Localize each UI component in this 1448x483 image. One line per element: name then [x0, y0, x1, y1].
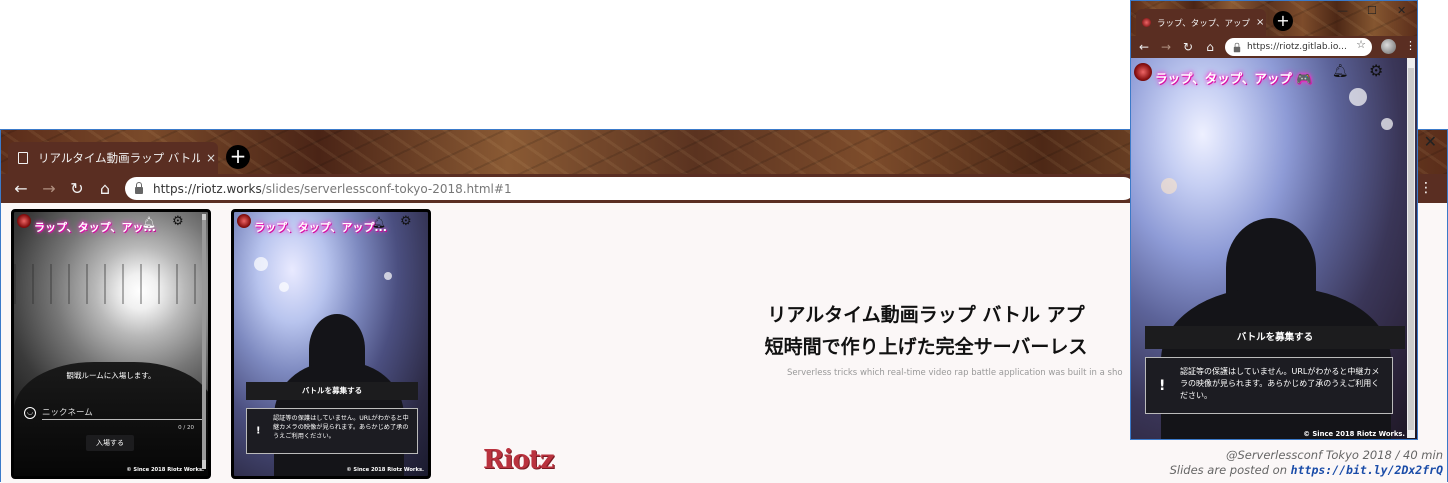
back-arrow-icon[interactable]: ←: [1133, 40, 1155, 54]
new-tab-button[interactable]: +: [226, 145, 250, 169]
bokeh-light: [1349, 88, 1367, 106]
forward-arrow-icon[interactable]: →: [1155, 40, 1177, 54]
tab-title: リアルタイム動画ラップ バトル アプリを: [38, 151, 200, 165]
url-text: https://riotz.gitlab.io...: [1247, 42, 1347, 52]
enter-room-message: 観戦ルームに入場します。: [66, 371, 156, 380]
app-favicon-icon: [1142, 18, 1151, 27]
app-viewport: ラップ、タップ、アップ 🎮 🔔︎ ⚙ バトルを募集する ! 認証等の保護はしてい…: [1131, 58, 1417, 439]
menu-icon[interactable]: ⋮: [1419, 180, 1433, 196]
close-tab-icon[interactable]: ×: [1256, 17, 1264, 28]
address-bar[interactable]: https://riotz.gitlab.io... ☆: [1225, 38, 1372, 56]
nickname-input[interactable]: ニックネーム: [42, 406, 204, 420]
profile-avatar[interactable]: [1381, 39, 1396, 54]
notice-text: 認証等の保護はしていません。URLがわかると中継カメラの映像が見られます。あらか…: [273, 415, 409, 440]
back-arrow-icon[interactable]: ←: [7, 179, 35, 198]
char-counter: 0 / 20: [178, 425, 194, 431]
tab-strip: ラップ、タップ、アップ 🎮 × + — ☐ ✕: [1131, 1, 1417, 36]
app-title: ラップ、タップ、アッ...: [34, 221, 156, 234]
bokeh-light: [384, 272, 392, 280]
menu-icon[interactable]: ⋮: [1405, 39, 1416, 52]
phone-screenshot-audience: ラップ、タップ、アッ... 🔔︎ ⚙ 観戦ルームに入場します。 ◡ ニックネーム…: [11, 209, 211, 479]
app-title: ラップ、タップ、アップ...: [254, 221, 387, 234]
close-icon[interactable]: ✕: [1397, 4, 1406, 17]
security-notice: ! 認証等の保護はしていません。URLがわかると中継カメラの映像が見られます。あ…: [1145, 357, 1393, 414]
home-icon[interactable]: ⌂: [1199, 40, 1221, 54]
gear-icon[interactable]: ⚙: [172, 214, 184, 229]
exclamation-icon: !: [1159, 377, 1166, 394]
phone-screenshot-battle: ラップ、タップ、アップ... 🔔︎ ⚙ バトルを募集する ! 認証等の保護はして…: [231, 209, 431, 479]
app-title: ラップ、タップ、アップ 🎮: [1155, 71, 1312, 86]
slides-posted-label: Slides are posted on: [1169, 463, 1291, 477]
copyright: © Since 2018 Riotz Works.: [346, 467, 424, 473]
close-window-button[interactable]: ✕: [1424, 132, 1437, 151]
slide-title-line1: リアルタイム動画ラップ バトル アプ: [767, 304, 1085, 326]
event-info: @Serverlessconf Tokyo 2018 / 40 min: [1225, 448, 1443, 462]
bell-icon[interactable]: 🔔︎: [372, 216, 386, 229]
recruit-battle-button[interactable]: バトルを募集する: [1145, 326, 1405, 349]
minimize-icon[interactable]: —: [1337, 4, 1348, 17]
slides-link[interactable]: https://bit.ly/2Dx2frQ: [1291, 463, 1443, 477]
nickname-input-row: ◡ ニックネーム: [24, 406, 204, 420]
close-tab-icon[interactable]: ×: [206, 151, 216, 165]
bokeh-light: [254, 257, 268, 271]
star-icon[interactable]: ☆: [1356, 38, 1366, 51]
slide-footer: @Serverlessconf Tokyo 2018 / 40 min Slid…: [1170, 448, 1443, 478]
exclamation-icon: !: [256, 425, 261, 437]
scrollbar[interactable]: [1407, 58, 1415, 438]
bokeh-light: [1161, 178, 1177, 194]
app-header: ラップ、タップ、アッ... 🔔︎ ⚙: [14, 212, 208, 238]
app-header: ラップ、タップ、アップ 🎮 🔔︎ ⚙: [1131, 58, 1417, 88]
gear-icon[interactable]: ⚙: [1369, 61, 1383, 80]
slide-subtitle: Serverless tricks which real-time video …: [787, 368, 1123, 378]
document-icon: [18, 152, 28, 164]
enter-button[interactable]: 入場する: [86, 435, 134, 451]
riotz-logo: Riotz: [483, 445, 555, 475]
bell-icon[interactable]: 🔔︎: [1332, 64, 1349, 79]
mini-browser-window: ラップ、タップ、アップ 🎮 × + — ☐ ✕ ← → ↻ ⌂ https://…: [1130, 0, 1418, 440]
tab-title: ラップ、タップ、アップ 🎮: [1157, 18, 1252, 29]
bell-icon[interactable]: 🔔︎: [142, 216, 156, 229]
stage-truss: [14, 264, 208, 304]
gear-icon[interactable]: ⚙: [400, 214, 412, 229]
reload-icon[interactable]: ↻: [1177, 40, 1199, 54]
browser-toolbar: ← → ↻ ⌂ https://riotz.gitlab.io... ☆ ⋮: [1131, 36, 1417, 58]
smile-icon: ◡: [24, 407, 36, 419]
address-bar[interactable]: https://riotz.works/slides/serverlesscon…: [125, 177, 1135, 200]
scrollbar[interactable]: [202, 214, 206, 469]
bokeh-light: [279, 282, 289, 292]
browser-tab[interactable]: リアルタイム動画ラップ バトル アプリを ×: [8, 142, 218, 174]
app-header: ラップ、タップ、アップ... 🔔︎ ⚙: [234, 212, 428, 238]
app-logo-icon: [17, 214, 31, 228]
recruit-battle-button[interactable]: バトルを募集する: [246, 382, 418, 400]
reload-icon[interactable]: ↻: [63, 179, 91, 198]
forward-arrow-icon[interactable]: →: [35, 179, 63, 198]
copyright: © Since 2018 Riotz Works.: [126, 467, 204, 473]
slide-title: リアルタイム動画ラップ バトル アプ 短時間で作り上げた完全サーバーレス: [711, 299, 1141, 363]
bokeh-light: [1381, 118, 1393, 130]
url-domain: https://riotz.works: [153, 181, 262, 196]
copyright: © Since 2018 Riotz Works.: [1303, 430, 1405, 438]
slide-title-line2: 短時間で作り上げた完全サーバーレス: [764, 336, 1088, 358]
notice-text: 認証等の保護はしていません。URLがわかると中継カメラの映像が見られます。あらか…: [1180, 367, 1380, 400]
app-logo-icon: [1134, 63, 1152, 81]
app-logo-icon: [237, 214, 251, 228]
lock-icon: [1233, 42, 1241, 52]
maximize-icon[interactable]: ☐: [1367, 4, 1377, 17]
new-tab-button[interactable]: +: [1273, 11, 1293, 31]
url-path: /slides/serverlessconf-tokyo-2018.html#1: [261, 181, 512, 196]
home-icon[interactable]: ⌂: [91, 179, 119, 198]
lock-icon: [135, 182, 143, 194]
security-notice: ! 認証等の保護はしていません。URLがわかると中継カメラの映像が見られます。あ…: [246, 408, 418, 454]
browser-tab[interactable]: ラップ、タップ、アップ 🎮 ×: [1136, 9, 1266, 36]
